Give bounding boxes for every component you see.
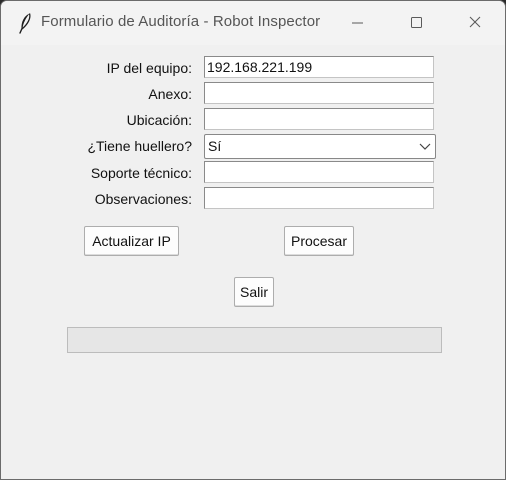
anexo-label: Anexo: [148,86,192,102]
observaciones-label: Observaciones: [94,191,192,207]
feather-icon [19,13,31,34]
ip-input[interactable] [204,56,434,78]
huellero-selected-value: Sí [208,138,222,154]
close-icon [469,16,481,28]
title-bar[interactable]: Formulario de Auditoría - Robot Inspecto… [1,1,505,45]
close-button[interactable] [453,7,497,39]
anexo-input[interactable] [204,82,434,104]
ubicacion-input[interactable] [204,108,434,130]
update-ip-button[interactable]: Actualizar IP [84,226,179,256]
window-title: Formulario de Auditoría - Robot Inspecto… [41,13,321,30]
minimize-icon [352,22,363,24]
exit-button[interactable]: Salir [234,277,274,307]
huellero-label: ¿Tiene huellero? [87,138,192,154]
maximize-button[interactable] [394,7,438,39]
minimize-button[interactable] [335,7,379,39]
process-button[interactable]: Procesar [284,226,354,256]
observaciones-input[interactable] [204,187,434,209]
ubicacion-label: Ubicación: [126,112,192,128]
progress-bar [67,327,442,353]
soporte-label: Soporte técnico: [90,165,192,181]
app-window: Formulario de Auditoría - Robot Inspecto… [0,0,506,480]
maximize-icon [411,17,422,28]
soporte-input[interactable] [204,161,434,183]
chevron-down-icon [419,143,431,150]
huellero-select[interactable]: Sí [204,134,436,159]
ip-label: IP del equipo: [106,60,192,76]
